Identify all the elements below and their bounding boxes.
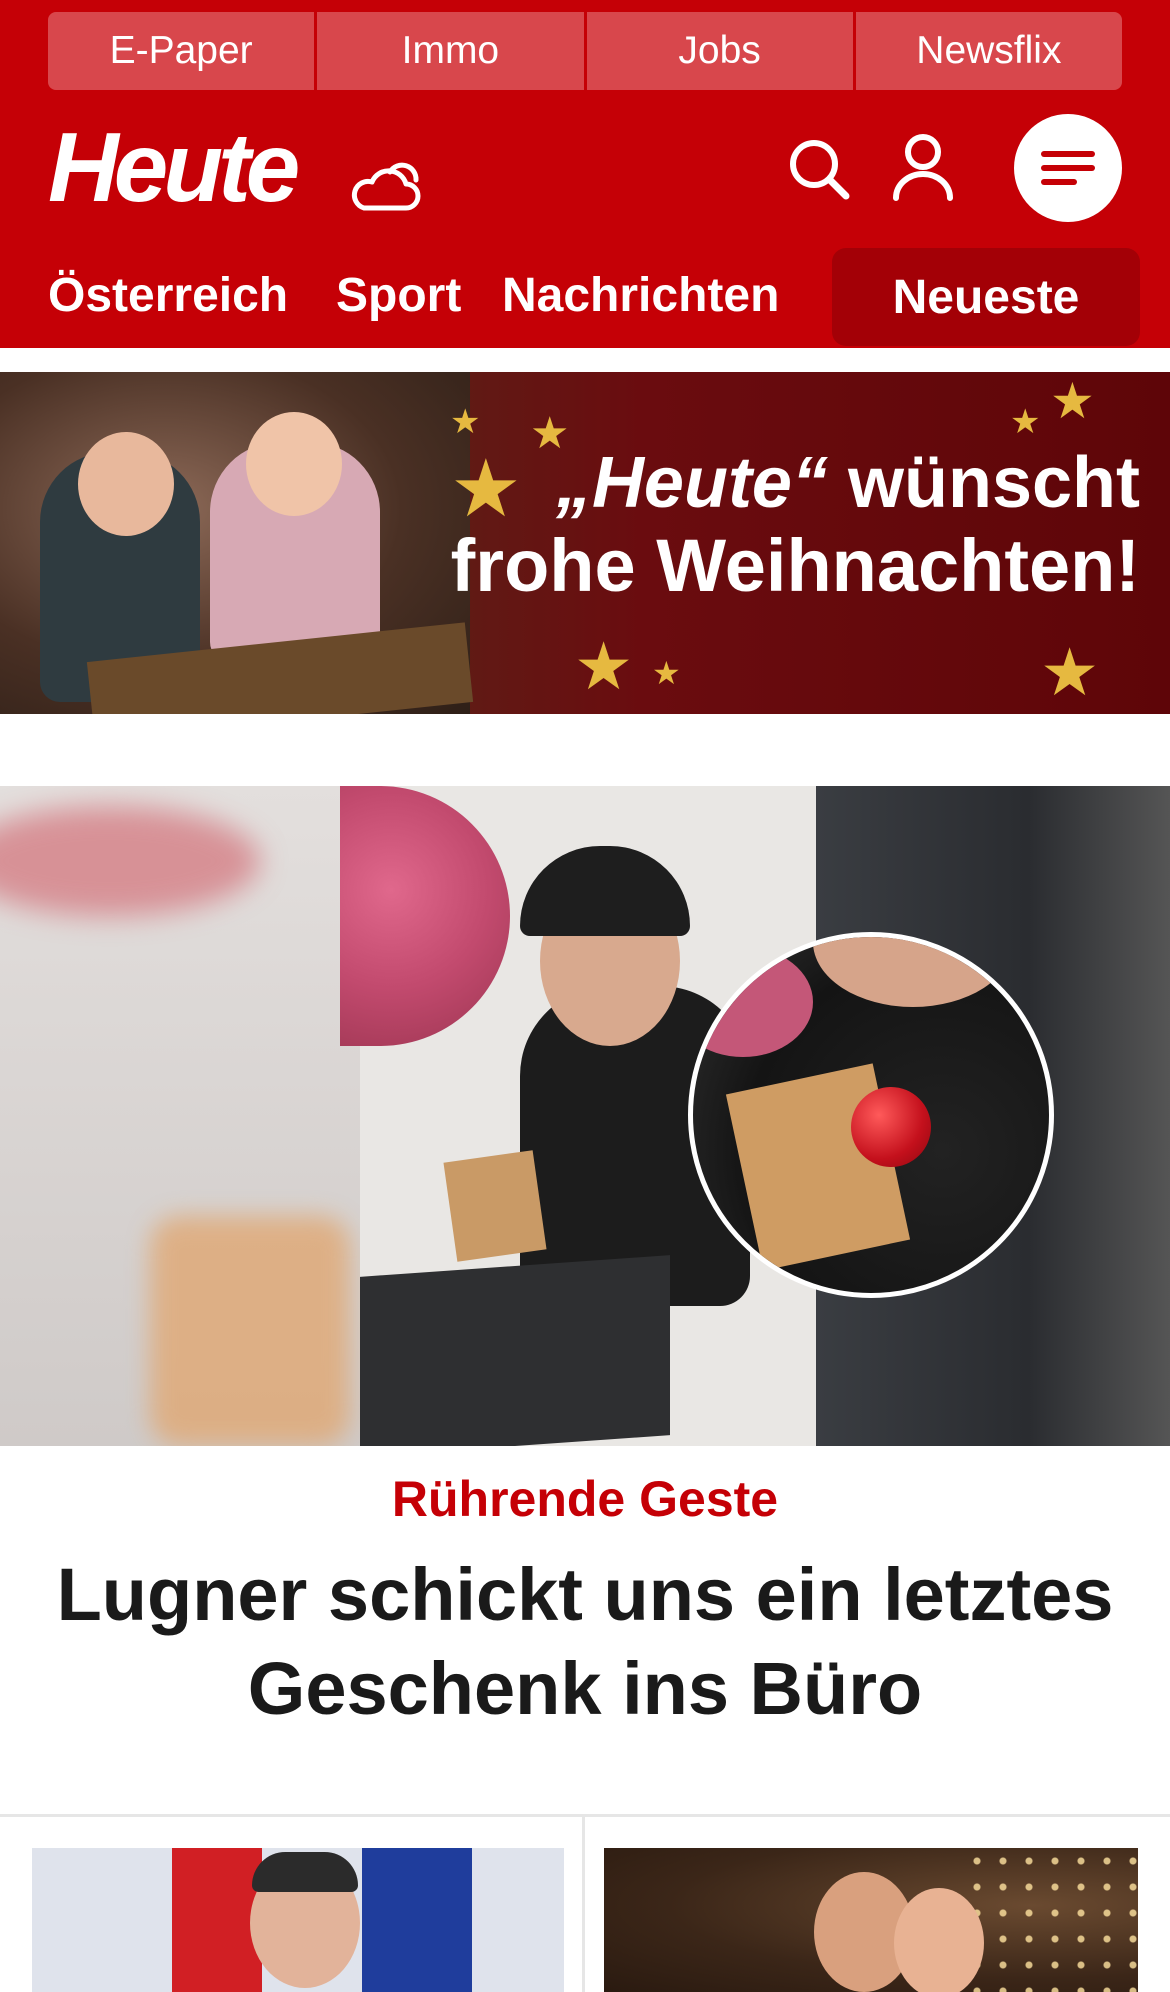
cloud-sun-icon[interactable] (344, 150, 424, 220)
menu-icon (1041, 151, 1095, 185)
divider (582, 1817, 585, 1992)
main-nav: Österreich Sport Nachrichten Neueste (0, 248, 1170, 348)
hero-inset-image (688, 932, 1054, 1298)
divider (0, 1814, 1170, 1817)
banner-text: „Heute“ wünscht frohe Weihnachten! (440, 443, 1140, 608)
teaser-image-2[interactable] (604, 1848, 1138, 1992)
star-icon: ★ (574, 629, 634, 703)
nav-item-neueste[interactable]: Neueste (832, 248, 1140, 346)
star-icon: ★ (1040, 635, 1100, 709)
banner-brand: „Heute“ (555, 443, 828, 523)
search-icon[interactable] (786, 136, 852, 202)
quicklink-jobs[interactable]: Jobs (586, 12, 853, 90)
banner-photo (0, 372, 474, 714)
menu-button[interactable] (1014, 114, 1122, 222)
quicklink-epaper[interactable]: E-Paper (48, 12, 315, 90)
article-kicker[interactable]: Rührende Geste (0, 1470, 1170, 1528)
user-icon[interactable] (890, 132, 956, 202)
christmas-banner[interactable]: ★ ★ ★ ★ ★ ★ ★ ★ „Heute“ wünscht frohe We… (0, 372, 1170, 714)
star-icon: ★ (652, 655, 681, 691)
teaser-image-1[interactable] (32, 1848, 564, 1992)
site-logo[interactable]: Heute (48, 118, 300, 216)
site-header: E-Paper Immo Jobs Newsflix Heute Österre… (0, 0, 1170, 348)
nav-item-nachrichten[interactable]: Nachrichten (502, 268, 779, 323)
quicklink-newsflix[interactable]: Newsflix (855, 12, 1122, 90)
star-icon: ★ (1050, 373, 1095, 429)
nav-item-oesterreich[interactable]: Österreich (48, 268, 288, 323)
banner-line2: frohe Weihnachten! (450, 524, 1140, 608)
hero-image[interactable] (0, 786, 1170, 1446)
star-icon: ★ (450, 403, 481, 441)
quicklink-immo[interactable]: Immo (317, 12, 584, 90)
quick-links-bar: E-Paper Immo Jobs Newsflix (48, 12, 1122, 90)
nav-item-sport[interactable]: Sport (336, 268, 461, 323)
article-headline[interactable]: Lugner schickt uns ein letztes Geschenk … (40, 1548, 1130, 1736)
banner-line1-rest: wünscht (827, 443, 1140, 523)
star-icon: ★ (1010, 403, 1041, 441)
